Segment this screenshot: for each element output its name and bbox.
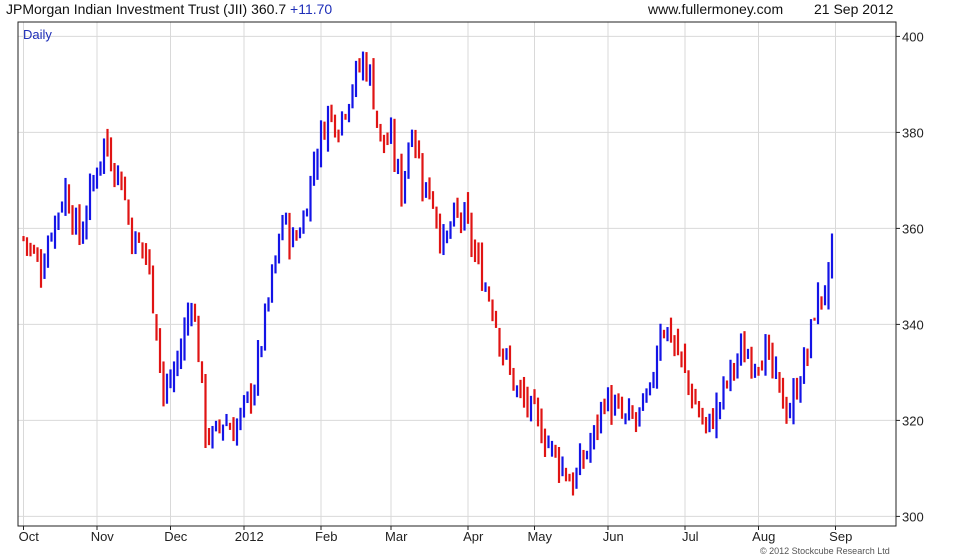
x-tick-label: Jun bbox=[603, 529, 624, 544]
y-tick-label: 320 bbox=[902, 413, 924, 428]
x-tick-label: Nov bbox=[91, 529, 115, 544]
x-tick-label: Dec bbox=[164, 529, 188, 544]
y-tick-label: 340 bbox=[902, 317, 924, 332]
x-tick-label: Jul bbox=[682, 529, 699, 544]
y-tick-label: 300 bbox=[902, 509, 924, 524]
y-tick-label: 360 bbox=[902, 221, 924, 236]
period-label: Daily bbox=[23, 27, 52, 42]
price-chart: 300 320 340 360 380 400 Oct Nov Dec 2012 Feb Mar Apr… bbox=[17, 21, 924, 544]
x-tick-label: Sep bbox=[829, 529, 852, 544]
x-tick-label: Feb bbox=[315, 529, 337, 544]
x-tick-label: Mar bbox=[385, 529, 408, 544]
y-tick-label: 400 bbox=[902, 29, 924, 44]
x-tick-label: Apr bbox=[463, 529, 484, 544]
x-tick-label: 2012 bbox=[235, 529, 264, 544]
copyright-notice: © 2012 Stockcube Research Ltd bbox=[760, 546, 890, 556]
x-tick-label: Aug bbox=[752, 529, 775, 544]
y-tick-label: 380 bbox=[902, 125, 924, 140]
x-tick-label: Oct bbox=[19, 529, 40, 544]
x-tick-label: May bbox=[527, 529, 552, 544]
